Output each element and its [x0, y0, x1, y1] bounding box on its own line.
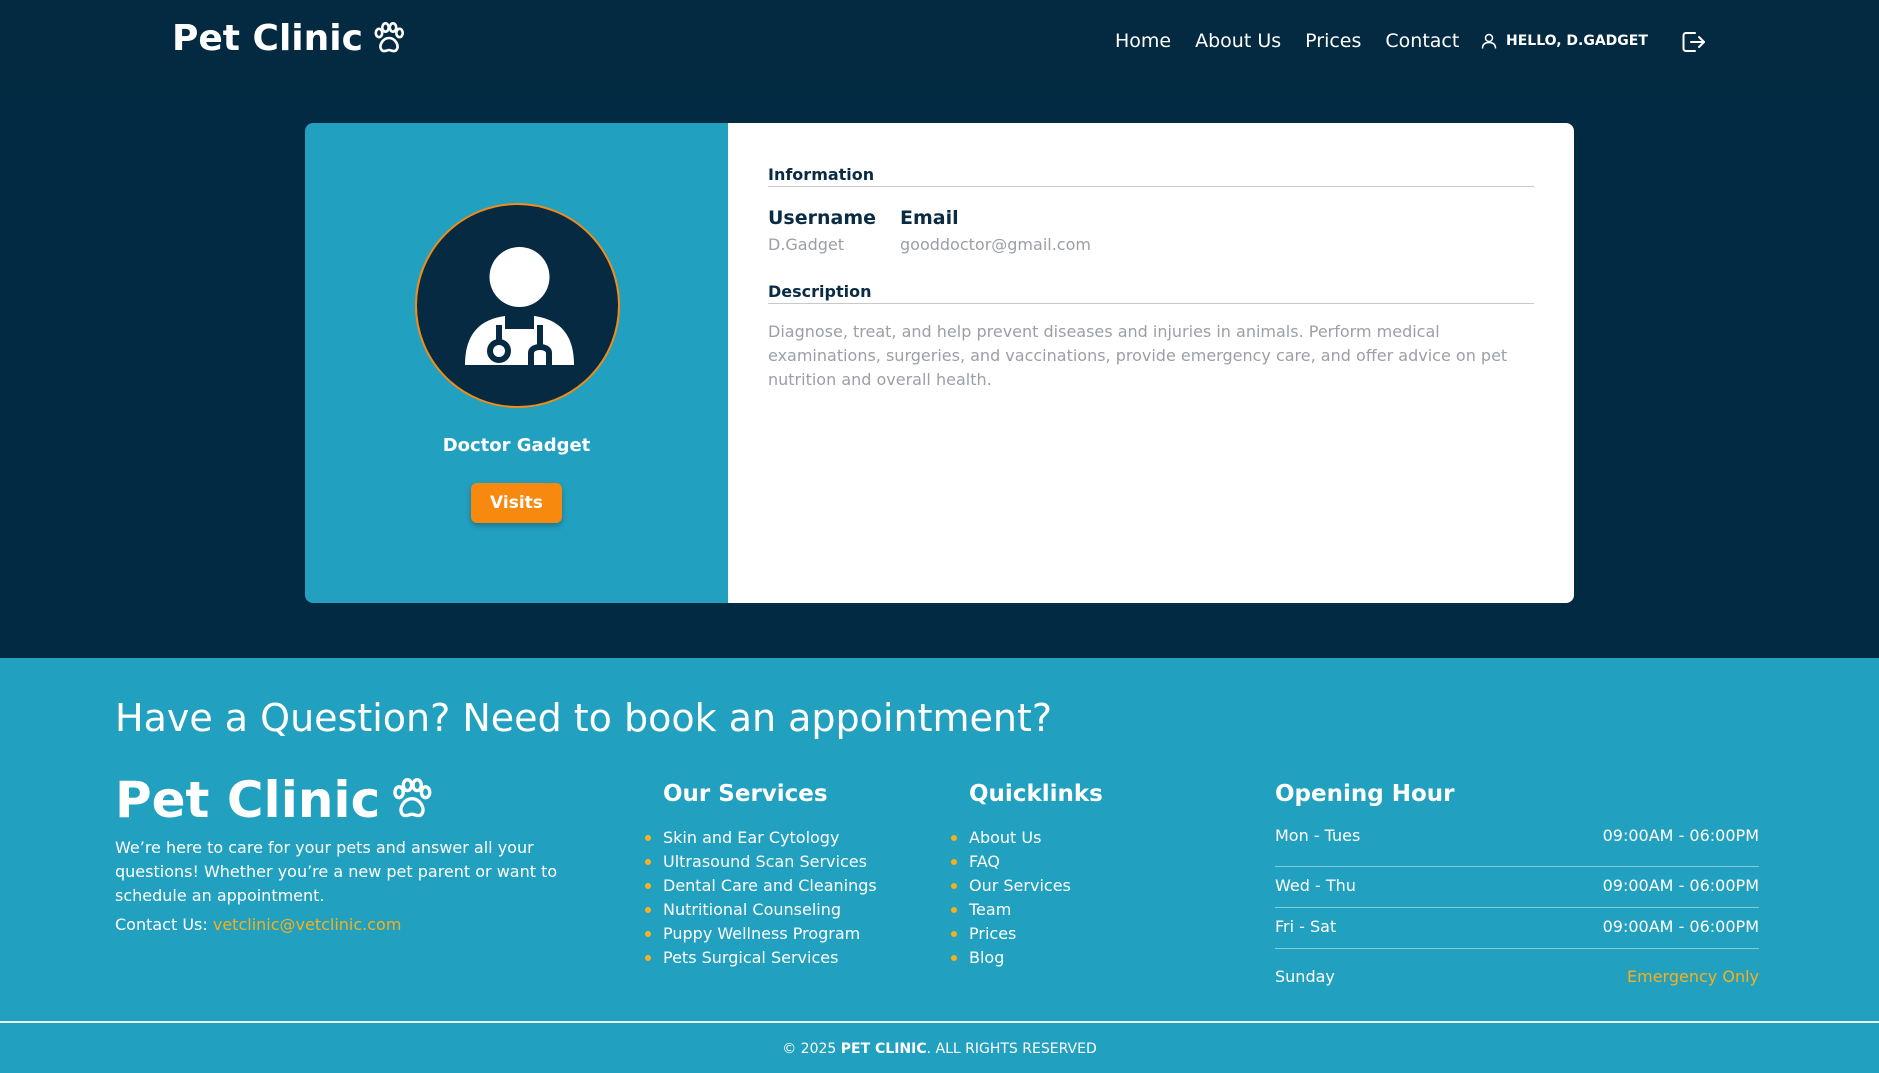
greeting-text: HELLO, D.GADGET — [1506, 33, 1648, 49]
hours-row: Wed - Thu 09:00AM - 06:00PM — [1275, 867, 1759, 908]
quicklink-item[interactable]: Prices — [951, 922, 1071, 946]
username-value: D.Gadget — [768, 235, 845, 254]
footer-logo-text: Pet Clinic — [115, 771, 381, 829]
quicklink-item[interactable]: Team — [951, 898, 1071, 922]
user-greeting[interactable]: HELLO, D.GADGET — [1480, 32, 1648, 50]
description-divider — [768, 303, 1534, 304]
username-label: Username — [768, 207, 877, 229]
services-heading: Our Services — [663, 781, 828, 807]
quicklink-item[interactable]: About Us — [951, 826, 1071, 850]
description-heading: Description — [768, 282, 872, 301]
service-item[interactable]: Puppy Wellness Program — [645, 922, 877, 946]
user-icon — [1481, 33, 1497, 49]
hours-row: Mon - Tues 09:00AM - 06:00PM — [1275, 826, 1759, 867]
profile-card: Doctor Gadget Visits Information Usernam… — [305, 123, 1574, 603]
logo-text: Pet Clinic — [172, 18, 363, 59]
doctor-avatar-icon — [465, 247, 574, 365]
main-nav: Home About Us Prices Contact — [1115, 30, 1459, 52]
service-item[interactable]: Ultrasound Scan Services — [645, 850, 877, 874]
description-text: Diagnose, treat, and help prevent diseas… — [768, 322, 1508, 389]
service-item[interactable]: Dental Care and Cleanings — [645, 874, 877, 898]
hours-time: 09:00AM - 06:00PM — [1602, 826, 1759, 845]
contact-label: Contact Us: — [115, 915, 213, 934]
copyright: © 2025 PET CLINIC. ALL RIGHTS RESERVED — [0, 1041, 1879, 1057]
footer: Have a Question? Need to book an appoint… — [0, 658, 1879, 1073]
copyright-brand: PET CLINIC — [840, 1041, 927, 1057]
avatar — [415, 203, 620, 408]
header: Pet Clinic Home About Us Prices Contact … — [0, 0, 1879, 84]
footer-contact: Contact Us: vetclinic@vetclinic.com — [115, 915, 401, 934]
information-divider — [768, 186, 1534, 187]
hours-time: Emergency Only — [1627, 967, 1759, 986]
visits-button[interactable]: Visits — [471, 483, 562, 523]
hours-time: 09:00AM - 06:00PM — [1602, 876, 1759, 895]
hours-day: Fri - Sat — [1275, 917, 1337, 936]
footer-about: We’re here to care for your pets and ans… — [115, 838, 558, 905]
footer-logo[interactable]: Pet Clinic — [115, 771, 436, 829]
site-logo[interactable]: Pet Clinic — [172, 18, 407, 59]
copyright-prefix: © 2025 — [782, 1041, 841, 1057]
quicklinks-heading: Quicklinks — [969, 781, 1103, 807]
hours-row: Sunday Emergency Only — [1275, 949, 1759, 990]
service-item[interactable]: Nutritional Counseling — [645, 898, 877, 922]
profile-sidebar: Doctor Gadget Visits — [305, 123, 728, 603]
quicklink-item[interactable]: FAQ — [951, 850, 1071, 874]
hours-row: Fri - Sat 09:00AM - 06:00PM — [1275, 908, 1759, 949]
logout-icon — [1682, 32, 1705, 52]
email-label: Email — [900, 207, 959, 229]
nav-prices[interactable]: Prices — [1305, 30, 1361, 52]
nav-contact[interactable]: Contact — [1385, 30, 1459, 52]
logout-button[interactable] — [1679, 28, 1707, 60]
nav-home[interactable]: Home — [1115, 30, 1171, 52]
hours-day: Wed - Thu — [1275, 876, 1356, 895]
service-item[interactable]: Skin and Ear Cytology — [645, 826, 877, 850]
opening-hours-heading: Opening Hour — [1275, 781, 1455, 807]
footer-divider — [0, 1021, 1879, 1023]
hours-time: 09:00AM - 06:00PM — [1602, 917, 1759, 936]
quicklink-item[interactable]: Blog — [951, 946, 1071, 970]
information-heading: Information — [768, 165, 875, 184]
hours-day: Mon - Tues — [1275, 826, 1361, 845]
service-item[interactable]: Pets Surgical Services — [645, 946, 877, 970]
nav-about-us[interactable]: About Us — [1195, 30, 1281, 52]
quicklink-item[interactable]: Our Services — [951, 874, 1071, 898]
paw-icon — [393, 778, 432, 818]
doctor-name: Doctor Gadget — [442, 435, 591, 456]
email-value: gooddoctor@gmail.com — [900, 235, 1091, 254]
quicklinks-list: About Us FAQ Our Services Team Prices Bl… — [951, 826, 1071, 970]
profile-details: Information Username D.Gadget Email good… — [728, 123, 1574, 603]
hours-day: Sunday — [1275, 967, 1335, 986]
contact-email-link[interactable]: vetclinic@vetclinic.com — [213, 915, 402, 934]
paw-icon — [374, 21, 404, 52]
footer-question: Have a Question? Need to book an appoint… — [115, 696, 1053, 740]
opening-hours-table: Mon - Tues 09:00AM - 06:00PM Wed - Thu 0… — [1275, 826, 1759, 990]
services-list: Skin and Ear Cytology Ultrasound Scan Se… — [645, 826, 877, 970]
copyright-suffix: . ALL RIGHTS RESERVED — [926, 1041, 1097, 1057]
